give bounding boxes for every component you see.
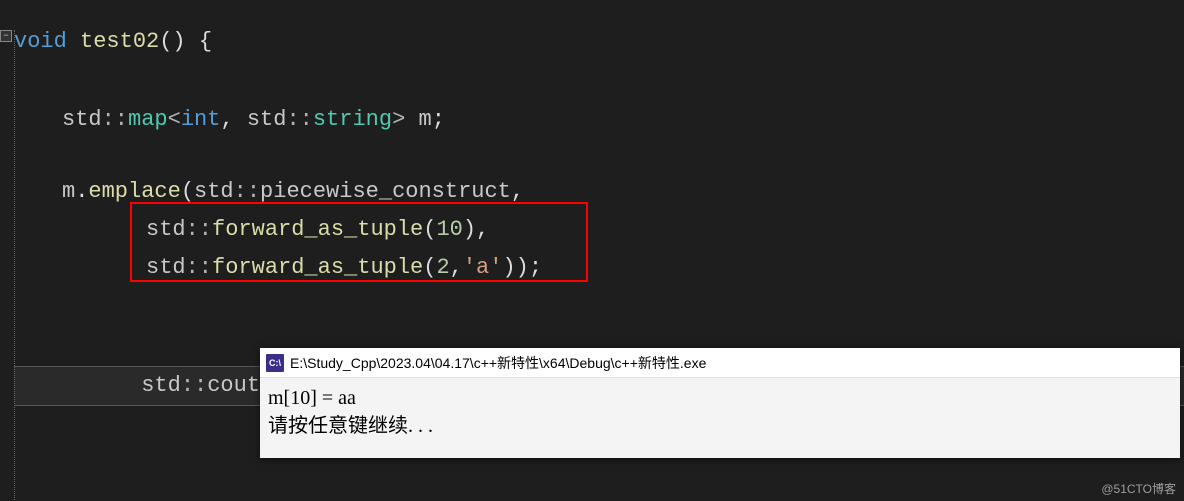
namespace: std (247, 107, 287, 132)
namespace: std (146, 217, 186, 242)
console-window[interactable]: C:\ E:\Study_Cpp\2023.04\04.17\c++新特性\x6… (260, 348, 1180, 458)
namespace: std (62, 107, 102, 132)
watermark: @51CTO博客 (1101, 480, 1176, 497)
gutter: − (0, 0, 14, 501)
class-name: map (128, 107, 168, 132)
namespace: std (194, 179, 234, 204)
code-line-current: std::cout << "m[10] = " << m[10] << '\n'… (14, 286, 1184, 326)
class-name: string (313, 107, 392, 132)
code-line: std::forward_as_tuple(2,'a')); (14, 248, 1184, 288)
identifier: cout (207, 373, 260, 398)
variable: m (418, 107, 431, 132)
cmd-icon: C:\ (266, 354, 284, 372)
code-line: std::forward_as_tuple(10), (14, 210, 1184, 250)
code-line: std::map<int, std::string> m; (14, 100, 1184, 140)
function-name: test02 (80, 29, 159, 54)
console-output-line: m[10] = aa (268, 384, 1172, 412)
code-line: void test02() { (14, 22, 1184, 62)
namespace: std (141, 373, 181, 398)
code-line: m.emplace(std::piecewise_construct, (14, 172, 1184, 212)
console-output-line: 请按任意键继续. . . (268, 412, 1172, 440)
char-literal: 'a' (463, 255, 503, 280)
console-titlebar[interactable]: C:\ E:\Study_Cpp\2023.04\04.17\c++新特性\x6… (260, 348, 1180, 378)
keyword: void (14, 29, 67, 54)
function: forward_as_tuple (212, 217, 423, 242)
number: 10 (436, 217, 462, 242)
identifier: piecewise_construct (260, 179, 511, 204)
fold-toggle-icon[interactable]: − (0, 30, 12, 42)
console-title-text: E:\Study_Cpp\2023.04\04.17\c++新特性\x64\De… (290, 353, 706, 373)
console-body: m[10] = aa 请按任意键继续. . . (260, 378, 1180, 458)
number: 2 (436, 255, 449, 280)
type: int (181, 107, 221, 132)
method: emplace (88, 179, 180, 204)
function: forward_as_tuple (212, 255, 423, 280)
variable: m (62, 179, 75, 204)
namespace: std (146, 255, 186, 280)
code-text: () { (159, 29, 212, 54)
